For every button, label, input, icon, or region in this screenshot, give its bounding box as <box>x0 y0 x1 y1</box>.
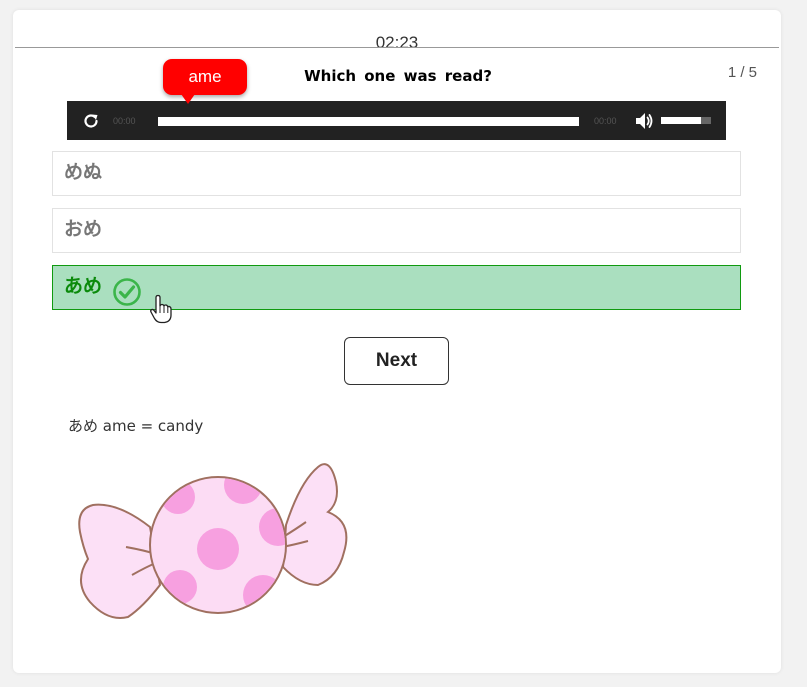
total-time: 00:00 <box>594 116 617 126</box>
answer-option-label: あめ <box>64 275 103 297</box>
reading-tooltip: ame <box>163 59 247 95</box>
candy-illustration <box>78 463 348 619</box>
audio-player: 00:00 00:00 <box>67 101 726 140</box>
vocabulary-note: あめ ame = candy <box>68 417 204 435</box>
tooltip-tail <box>181 94 195 104</box>
audio-progress-track[interactable] <box>158 117 579 126</box>
timer: 02:23 <box>375 33 419 52</box>
current-time: 00:00 <box>113 116 136 126</box>
volume-icon[interactable] <box>633 110 655 132</box>
answer-option-2[interactable]: おめ <box>52 208 741 253</box>
volume-level <box>661 117 701 124</box>
progress-counter: 1 / 5 <box>727 64 757 81</box>
question-title: Which one was read? <box>304 67 492 85</box>
quiz-card: 02:23 1 / 5 Which one was read? 00:00 00… <box>13 10 781 673</box>
header-divider <box>15 47 779 48</box>
answer-option-label: おめ <box>64 218 103 240</box>
hand-pointer-icon <box>150 294 172 324</box>
check-circle-icon <box>113 278 141 306</box>
next-button[interactable]: Next <box>344 337 449 385</box>
answer-option-1[interactable]: めぬ <box>52 151 741 196</box>
reload-icon[interactable] <box>81 111 101 131</box>
answer-option-label: めぬ <box>64 161 103 183</box>
volume-slider[interactable] <box>661 117 711 124</box>
